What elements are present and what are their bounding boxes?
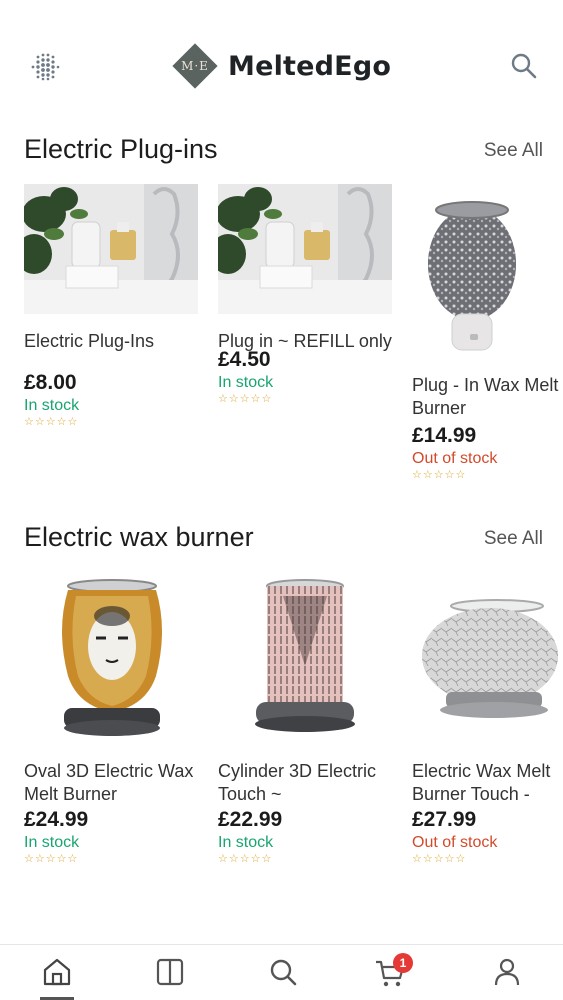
rating-stars: ☆☆☆☆☆ xyxy=(412,468,467,481)
section-title: Electric Plug-ins xyxy=(24,134,218,164)
section-title: Electric wax burner xyxy=(24,522,254,552)
product-name[interactable]: Electric Plug-Ins xyxy=(24,330,199,353)
product-price: £8.00 xyxy=(24,371,77,394)
product-image[interactable] xyxy=(412,184,563,364)
search-icon[interactable] xyxy=(510,52,538,80)
user-icon[interactable] xyxy=(492,957,522,987)
product-price: £24.99 xyxy=(24,808,89,831)
product-image[interactable] xyxy=(412,576,563,746)
search-icon[interactable] xyxy=(268,957,298,987)
rating-stars: ☆☆☆☆☆ xyxy=(24,415,79,428)
stock-status: In stock xyxy=(218,834,274,851)
stock-status: In stock xyxy=(24,397,80,414)
brand-name: MeltedEgo xyxy=(228,50,392,82)
dots-grid-icon[interactable] xyxy=(30,52,60,82)
product-name[interactable]: Oval 3D Electric Wax Melt Burner xyxy=(24,760,199,806)
see-all-link[interactable]: See All xyxy=(484,140,543,162)
stock-status: Out of stock xyxy=(412,834,498,851)
product-card[interactable]: Electric Plug-Ins £8.00 In stock ☆☆☆☆☆ xyxy=(24,184,198,429)
product-price: £27.99 xyxy=(412,808,477,831)
stock-status: In stock xyxy=(24,834,80,851)
brand-logo[interactable]: M·E MeltedEgo xyxy=(172,42,391,90)
product-card[interactable]: Cylinder 3D Electric Touch ~ £22.99 In s… xyxy=(218,576,392,866)
logo-mark: M·E xyxy=(172,43,218,89)
product-image[interactable] xyxy=(24,576,198,746)
product-price: £22.99 xyxy=(218,808,283,831)
rating-stars: ☆☆☆☆☆ xyxy=(412,852,467,865)
logo-monogram: M·E xyxy=(181,59,209,73)
bottom-tab-bar xyxy=(0,944,563,1000)
product-image[interactable] xyxy=(24,184,198,314)
see-all-link[interactable]: See All xyxy=(484,528,543,550)
home-icon[interactable] xyxy=(42,957,72,987)
stock-status: Out of stock xyxy=(412,450,498,467)
product-image[interactable] xyxy=(218,184,392,314)
product-card[interactable]: Plug in ~ REFILL only £4.50 In stock ☆☆☆… xyxy=(218,184,392,406)
stock-status: In stock xyxy=(218,374,274,391)
rating-stars: ☆☆☆☆☆ xyxy=(218,852,273,865)
cart-badge: 1 xyxy=(393,953,413,973)
rating-stars: ☆☆☆☆☆ xyxy=(218,392,273,405)
product-image[interactable] xyxy=(218,576,392,746)
book-icon[interactable] xyxy=(155,957,185,987)
rating-stars: ☆☆☆☆☆ xyxy=(24,852,79,865)
product-name[interactable]: Electric Wax Melt Burner Touch - xyxy=(412,760,563,806)
product-price: £14.99 xyxy=(412,424,477,447)
product-card[interactable]: Oval 3D Electric Wax Melt Burner £24.99 … xyxy=(24,576,198,866)
product-card[interactable]: Electric Wax Melt Burner Touch - £27.99 … xyxy=(412,576,563,866)
product-name[interactable]: Plug - In Wax Melt Burner xyxy=(412,374,563,420)
product-card[interactable]: Plug - In Wax Melt Burner £14.99 Out of … xyxy=(412,184,563,482)
product-name[interactable]: Cylinder 3D Electric Touch ~ xyxy=(218,760,393,806)
top-bar: M·E MeltedEgo xyxy=(0,0,563,120)
